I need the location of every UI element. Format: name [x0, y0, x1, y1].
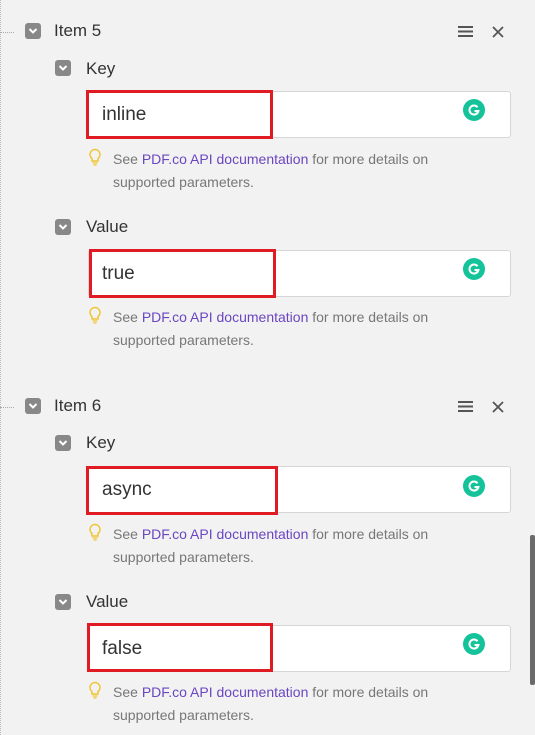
- collapse-toggle[interactable]: [55, 435, 71, 451]
- close-icon[interactable]: [492, 401, 504, 417]
- highlight-box: [87, 623, 273, 672]
- menu-icon[interactable]: [458, 25, 473, 42]
- hint-text: See PDF.co API documentation for more de…: [113, 309, 429, 348]
- close-icon[interactable]: [492, 26, 504, 42]
- collapse-toggle[interactable]: [25, 23, 41, 39]
- item-title: Item 5: [54, 21, 102, 40]
- hint-text: See PDF.co API documentation for more de…: [113, 151, 429, 190]
- tree-connector: [0, 32, 14, 33]
- hint-text: See PDF.co API documentation for more de…: [113, 684, 429, 723]
- chevron-down-icon: [28, 403, 38, 409]
- grammarly-icon[interactable]: [463, 99, 485, 121]
- key-label: Key: [86, 59, 116, 78]
- value-label: Value: [86, 592, 129, 611]
- documentation-link[interactable]: PDF.co API documentation: [142, 526, 309, 542]
- key-label: Key: [86, 433, 116, 452]
- item-title: Item 6: [54, 396, 102, 415]
- documentation-link[interactable]: PDF.co API documentation: [142, 684, 309, 700]
- chevron-down-icon: [28, 28, 38, 34]
- tree-guide-line: [0, 0, 1, 735]
- collapse-toggle[interactable]: [55, 219, 71, 235]
- chevron-down-icon: [58, 224, 68, 230]
- chevron-down-icon: [58, 599, 68, 605]
- value-label: Value: [86, 217, 129, 236]
- lightbulb-icon: [88, 523, 102, 546]
- menu-icon[interactable]: [458, 400, 473, 417]
- lightbulb-icon: [88, 681, 102, 704]
- highlight-box: [86, 90, 273, 139]
- documentation-link[interactable]: PDF.co API documentation: [142, 151, 309, 167]
- grammarly-icon[interactable]: [463, 475, 485, 497]
- hint-text: See PDF.co API documentation for more de…: [113, 526, 429, 565]
- lightbulb-icon: [88, 306, 102, 329]
- collapse-toggle[interactable]: [55, 60, 71, 76]
- chevron-down-icon: [58, 440, 68, 446]
- highlight-box: [89, 249, 276, 298]
- collapse-toggle[interactable]: [25, 398, 41, 414]
- chevron-down-icon: [58, 65, 68, 71]
- lightbulb-icon: [88, 148, 102, 171]
- collapse-toggle[interactable]: [55, 594, 71, 610]
- tree-connector: [0, 407, 14, 408]
- scrollbar-thumb[interactable]: [530, 535, 535, 685]
- highlight-box: [86, 466, 278, 515]
- grammarly-icon[interactable]: [463, 258, 485, 280]
- documentation-link[interactable]: PDF.co API documentation: [142, 309, 309, 325]
- grammarly-icon[interactable]: [463, 633, 485, 655]
